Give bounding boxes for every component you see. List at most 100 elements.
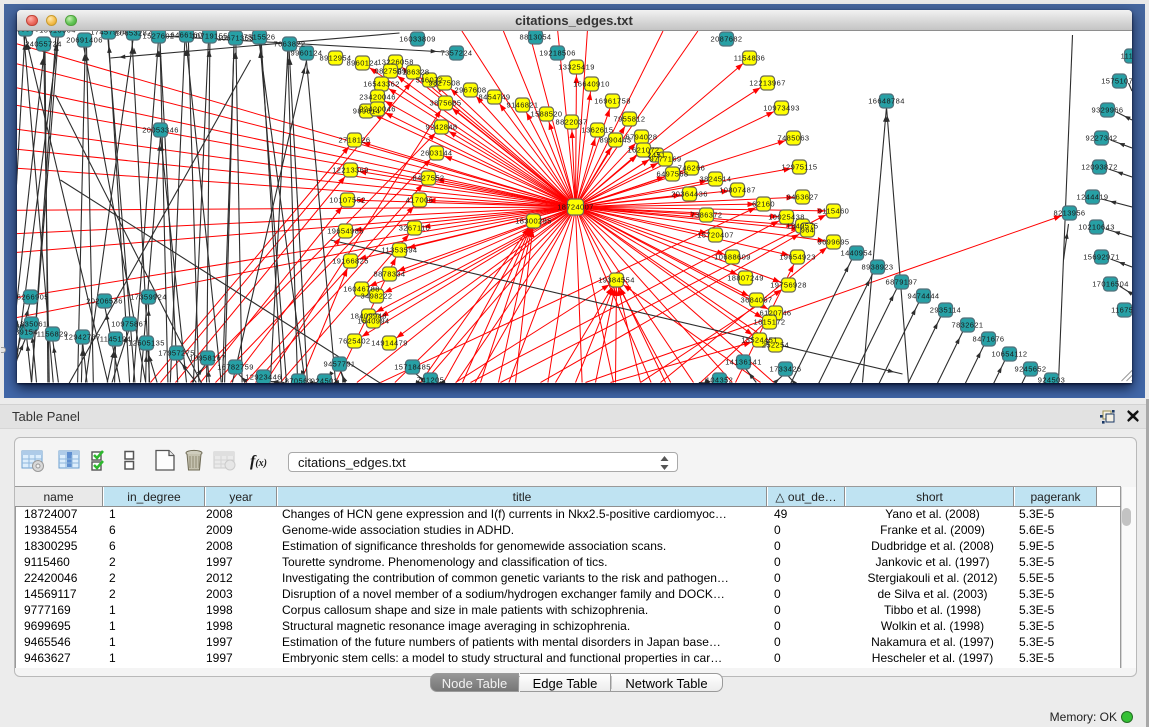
svg-text:104352: 104352 — [705, 376, 732, 383]
svg-text:22420046: 22420046 — [359, 105, 396, 114]
svg-text:19218506: 19218506 — [539, 49, 576, 58]
svg-text:15720407: 15720407 — [697, 231, 734, 240]
svg-text:746266: 746266 — [677, 164, 704, 173]
svg-text:10025438: 10025438 — [768, 213, 805, 222]
svg-text:3684067: 3684067 — [740, 296, 772, 305]
svg-text:14914479: 14914479 — [371, 339, 408, 348]
svg-text:8878334: 8878334 — [373, 270, 405, 279]
svg-text:964: 964 — [800, 226, 814, 235]
svg-text:17359924: 17359924 — [130, 293, 167, 302]
svg-text:9827509: 9827509 — [374, 67, 406, 76]
svg-text:15692971: 15692971 — [1083, 253, 1120, 262]
svg-text:17016504: 17016504 — [1092, 280, 1129, 289]
svg-text:8938923: 8938923 — [861, 263, 893, 272]
svg-text:7625402: 7625402 — [338, 337, 370, 346]
svg-text:6794028: 6794028 — [625, 133, 657, 142]
svg-text:9146821: 9146821 — [506, 101, 538, 110]
svg-text:9777169: 9777169 — [649, 155, 681, 164]
svg-text:924502: 924502 — [310, 377, 337, 383]
svg-text:12213369: 12213369 — [332, 166, 369, 175]
svg-text:7515526: 7515526 — [243, 33, 275, 42]
svg-text:417006: 417006 — [405, 196, 432, 205]
svg-text:8813054: 8813054 — [519, 33, 551, 42]
svg-text:11171: 11171 — [1120, 52, 1131, 61]
svg-text:9960124: 9960124 — [290, 49, 322, 58]
svg-text:8427552: 8427552 — [412, 174, 444, 183]
svg-text:3824514: 3824514 — [699, 175, 731, 184]
svg-text:252254: 252254 — [761, 341, 788, 350]
svg-text:9115460: 9115460 — [817, 207, 848, 216]
svg-text:10975867: 10975867 — [111, 320, 148, 329]
svg-text:12505135: 12505135 — [128, 339, 165, 348]
svg-text:16648784: 16648784 — [868, 97, 905, 106]
svg-text:7832621: 7832621 — [951, 321, 983, 330]
svg-text:10973493: 10973493 — [763, 104, 800, 113]
svg-text:19654985: 19654985 — [327, 227, 364, 236]
svg-text:62160: 62160 — [752, 200, 775, 209]
svg-text:7357224: 7357224 — [440, 49, 472, 58]
svg-text:24055724: 24055724 — [25, 40, 62, 49]
svg-text:3267110: 3267110 — [398, 224, 429, 233]
svg-text:16961758: 16961758 — [594, 97, 631, 106]
svg-text:9245652: 9245652 — [1014, 365, 1046, 374]
svg-text:1615172: 1615172 — [753, 318, 785, 327]
svg-text:14136141: 14136141 — [725, 358, 762, 367]
svg-text:23420046: 23420046 — [359, 93, 396, 102]
svg-text:6120746: 6120746 — [759, 309, 791, 318]
svg-text:16543362: 16543362 — [363, 80, 400, 89]
svg-text:10654112: 10654112 — [991, 350, 1027, 359]
svg-text:7663822: 7663822 — [273, 40, 305, 49]
svg-text:26266905: 26266905 — [17, 293, 49, 302]
svg-text:11353594: 11353594 — [381, 246, 417, 255]
svg-text:9463627: 9463627 — [786, 193, 818, 202]
svg-text:19166825: 19166825 — [332, 257, 369, 266]
svg-text:9227342: 9227342 — [1085, 134, 1117, 143]
svg-text:9699695: 9699695 — [817, 238, 849, 247]
svg-text:16033809: 16033809 — [399, 35, 436, 44]
svg-text:12975115: 12975115 — [781, 163, 817, 172]
svg-text:18724007: 18724007 — [557, 203, 594, 212]
svg-text:13325419: 13325419 — [558, 63, 595, 72]
svg-text:2718126: 2718126 — [338, 136, 370, 145]
svg-text:741205: 741205 — [416, 376, 443, 383]
svg-text:10688609: 10688609 — [714, 253, 751, 262]
svg-text:19384554: 19384554 — [598, 276, 635, 285]
svg-text:19756928: 19756928 — [770, 281, 807, 290]
svg-text:2603144: 2603144 — [420, 149, 452, 158]
svg-text:1244419: 1244419 — [1076, 193, 1108, 202]
svg-text:3875685: 3875685 — [429, 99, 461, 108]
svg-text:8213956: 8213956 — [1053, 209, 1085, 218]
svg-text:1640994: 1640994 — [357, 317, 389, 326]
svg-text:116753: 116753 — [1111, 306, 1132, 315]
svg-text:870563: 870563 — [284, 377, 311, 383]
svg-text:2935114: 2935114 — [929, 306, 960, 315]
svg-text:15718485: 15718485 — [394, 363, 431, 372]
svg-text:924503: 924503 — [1037, 376, 1064, 383]
svg-text:9242848: 9242848 — [425, 123, 457, 132]
svg-text:10107552: 10107552 — [329, 196, 366, 205]
svg-text:12213967: 12213967 — [749, 79, 786, 88]
svg-text:15013664: 15013664 — [39, 31, 76, 35]
svg-text:10958167: 10958167 — [189, 354, 226, 363]
svg-text:1145194: 1145194 — [99, 335, 130, 344]
svg-text:15751074: 15751074 — [1101, 77, 1132, 86]
svg-text:9329966: 9329966 — [1091, 106, 1123, 115]
svg-text:9474444: 9474444 — [907, 292, 939, 301]
svg-text:39154: 39154 — [17, 328, 38, 337]
svg-text:19654923: 19654923 — [779, 253, 816, 262]
svg-text:1733426: 1733426 — [769, 365, 801, 374]
svg-text:3498222: 3498222 — [360, 292, 392, 301]
svg-text:16782759: 16782759 — [217, 363, 254, 372]
svg-text:f(x): f(x) — [250, 453, 267, 470]
svg-text:1335061: 1335061 — [17, 320, 48, 329]
svg-text:7955812: 7955812 — [613, 115, 645, 124]
svg-text:8471676: 8471676 — [972, 335, 1004, 344]
svg-text:20206536: 20206536 — [86, 297, 123, 306]
svg-text:20691406: 20691406 — [66, 36, 103, 45]
svg-text:10807487: 10807487 — [719, 186, 756, 195]
svg-text:18807249: 18807249 — [727, 274, 764, 283]
svg-text:7485063: 7485063 — [777, 134, 809, 143]
svg-text:16640910: 16640910 — [573, 80, 610, 89]
svg-text:1440954: 1440954 — [840, 249, 872, 258]
svg-text:12942737: 12942737 — [64, 333, 101, 342]
